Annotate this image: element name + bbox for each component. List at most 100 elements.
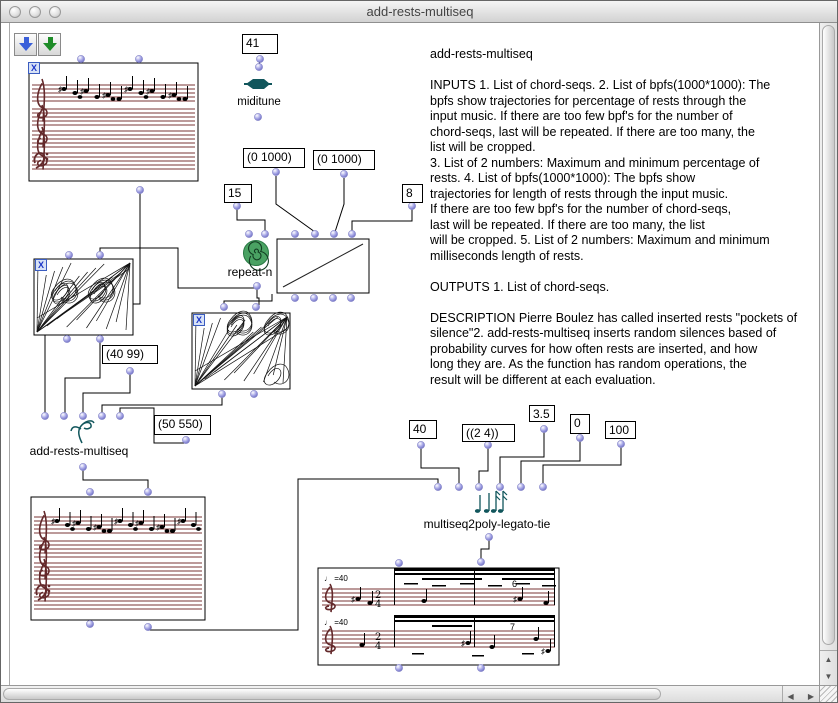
port-dot[interactable]	[255, 63, 262, 70]
port-dot[interactable]	[617, 440, 624, 447]
port-dot[interactable]	[576, 434, 583, 441]
number-box-15[interactable]: 15	[224, 184, 252, 203]
port-dot[interactable]	[311, 230, 318, 237]
port-dot[interactable]	[96, 251, 103, 258]
port-dot[interactable]	[477, 664, 484, 671]
number-box-100[interactable]: 100	[605, 421, 636, 439]
bpf-factory-box[interactable]	[277, 239, 369, 293]
lock-icon[interactable]: X	[28, 62, 40, 74]
port-dot[interactable]	[116, 412, 123, 419]
port-dot[interactable]	[348, 230, 355, 237]
scroll-left-icon[interactable]: ◀	[783, 689, 799, 703]
port-dot[interactable]	[135, 55, 142, 62]
port-dot[interactable]	[60, 412, 67, 419]
port-dot[interactable]	[250, 390, 257, 397]
port-dot[interactable]	[329, 294, 336, 301]
port-dot[interactable]	[136, 186, 143, 193]
port-dot[interactable]	[126, 367, 133, 374]
port-dot[interactable]	[417, 441, 424, 448]
horizontal-scrollbar[interactable]: ◀ ▶	[1, 685, 821, 702]
miditune-icon[interactable]	[244, 79, 272, 89]
port-dot[interactable]	[539, 483, 546, 490]
number-box-40[interactable]: 40	[409, 420, 437, 439]
port-dot[interactable]	[272, 168, 279, 175]
eval-blue-arrow-button[interactable]	[14, 33, 37, 56]
scroll-right-icon[interactable]: ▶	[803, 689, 819, 703]
scroll-up-icon[interactable]: ▲	[820, 651, 837, 668]
port-dot[interactable]	[220, 303, 227, 310]
range-box-40-99[interactable]: (40 99)	[102, 345, 158, 364]
port-dot[interactable]	[182, 436, 189, 443]
port-dot[interactable]	[252, 303, 259, 310]
svg-text:♯: ♯	[72, 519, 76, 528]
port-dot[interactable]	[79, 463, 86, 470]
port-dot[interactable]	[256, 55, 263, 62]
vertical-scrollbar[interactable]: ▲ ▼	[819, 23, 837, 687]
port-dot[interactable]	[144, 623, 151, 630]
lock-icon[interactable]: X	[35, 259, 47, 271]
range-box-50-550[interactable]: (50 550)	[154, 415, 211, 435]
poly-display[interactable]: ♩ =40♩ =40242467♯♯♯♯	[318, 568, 559, 665]
port-dot[interactable]	[310, 294, 317, 301]
vertical-scroll-thumb[interactable]	[822, 25, 835, 645]
multiseq-display-top[interactable]: ♯♯♯♯♯♯	[29, 63, 198, 181]
svg-text:♯: ♯	[135, 519, 139, 528]
list-box-2-4[interactable]: ((2 4))	[462, 424, 515, 442]
svg-text:♩ =40: ♩ =40	[324, 574, 348, 583]
patch-canvas[interactable]: ♯♯♯♯♯♯♯♯♯♯♯♯♯♩ =40♩ =40242467♯♯♯♯ 41 (0 …	[9, 23, 821, 687]
port-dot[interactable]	[395, 559, 402, 566]
port-dot[interactable]	[98, 412, 105, 419]
horizontal-scroll-thumb[interactable]	[3, 688, 661, 700]
port-dot[interactable]	[96, 335, 103, 342]
port-dot[interactable]	[291, 294, 298, 301]
port-dot[interactable]	[455, 483, 462, 490]
port-dot[interactable]	[77, 55, 84, 62]
port-dot[interactable]	[41, 412, 48, 419]
eval-green-arrow-button[interactable]	[38, 33, 61, 56]
port-dot[interactable]	[233, 202, 240, 209]
port-dot[interactable]	[245, 230, 252, 237]
port-dot[interactable]	[65, 251, 72, 258]
port-dot[interactable]	[86, 620, 93, 627]
number-box-3-5[interactable]: 3.5	[529, 405, 555, 422]
bpf-lib-display-b[interactable]	[192, 311, 290, 389]
port-dot[interactable]	[395, 664, 402, 671]
multiseq2poly-notes-icon[interactable]	[475, 491, 507, 513]
port-dot[interactable]	[254, 113, 261, 120]
svg-text:4: 4	[375, 599, 381, 610]
port-dot[interactable]	[261, 230, 268, 237]
multiseq-display-bottom[interactable]: ♯♯♯♯♯♯♯	[31, 497, 205, 620]
port-dot[interactable]	[434, 483, 441, 490]
doc-title: add-rests-multiseq	[430, 47, 797, 61]
port-dot[interactable]	[253, 282, 260, 289]
port-dot[interactable]	[484, 441, 491, 448]
add-rests-multiseq-icon[interactable]	[71, 421, 94, 443]
range-box-0-1000-a[interactable]: (0 1000)	[243, 148, 305, 168]
number-box-41[interactable]: 41	[242, 34, 278, 54]
number-box-0[interactable]: 0	[570, 414, 590, 434]
bpf-lib-display-a[interactable]	[34, 259, 133, 335]
port-dot[interactable]	[86, 488, 93, 495]
resize-grip-icon[interactable]	[819, 685, 837, 702]
number-box-8[interactable]: 8	[402, 184, 423, 203]
port-dot[interactable]	[475, 483, 482, 490]
port-dot[interactable]	[79, 412, 86, 419]
scroll-down-icon[interactable]: ▼	[820, 668, 837, 685]
port-dot[interactable]	[485, 533, 492, 540]
port-dot[interactable]	[330, 230, 337, 237]
port-dot[interactable]	[517, 483, 524, 490]
port-dot[interactable]	[540, 425, 547, 432]
port-dot[interactable]	[408, 202, 415, 209]
titlebar[interactable]: add-rests-multiseq	[1, 1, 838, 23]
port-dot[interactable]	[144, 488, 151, 495]
port-dot[interactable]	[347, 294, 354, 301]
port-dot[interactable]	[63, 335, 70, 342]
port-dot[interactable]	[291, 230, 298, 237]
range-box-0-1000-b[interactable]: (0 1000)	[313, 150, 375, 170]
port-dot[interactable]	[496, 483, 503, 490]
port-dot[interactable]	[218, 390, 225, 397]
svg-text:♯: ♯	[58, 85, 62, 94]
lock-icon[interactable]: X	[193, 314, 205, 326]
port-dot[interactable]	[477, 558, 484, 565]
port-dot[interactable]	[340, 170, 347, 177]
